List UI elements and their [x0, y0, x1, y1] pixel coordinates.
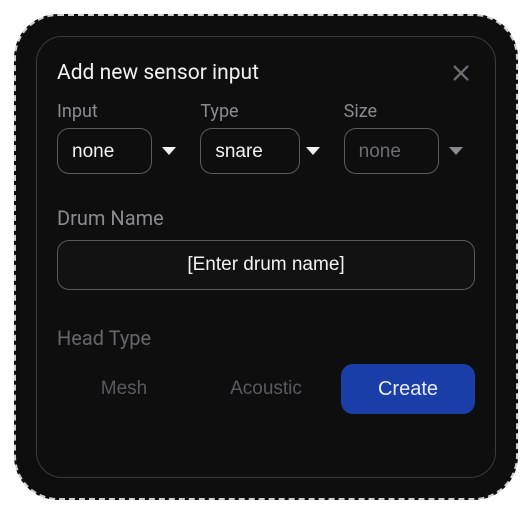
close-icon [450, 62, 472, 84]
type-label: Type [200, 101, 331, 122]
input-select[interactable]: none [57, 128, 152, 174]
acoustic-button[interactable]: Acoustic [199, 364, 333, 414]
dialog-frame: Add new sensor input Input none Type [14, 14, 518, 500]
input-label: Input [57, 101, 188, 122]
dialog-header: Add new sensor input [57, 59, 475, 87]
dialog-title: Add new sensor input [57, 61, 259, 85]
mesh-button[interactable]: Mesh [57, 364, 191, 414]
drum-name-label: Drum Name [57, 206, 475, 230]
top-fields-row: Input none Type snare Size [57, 101, 475, 174]
drum-name-section: Drum Name [57, 206, 475, 290]
bottom-row: Mesh Acoustic Create [57, 364, 475, 414]
head-type-section: Head Type Mesh Acoustic Create [57, 326, 475, 414]
head-type-label: Head Type [57, 326, 475, 350]
size-field: Size none [344, 101, 475, 174]
close-button[interactable] [447, 59, 475, 87]
drum-name-input[interactable] [57, 240, 475, 290]
input-field: Input none [57, 101, 188, 174]
type-field: Type snare [200, 101, 331, 174]
size-label: Size [344, 101, 475, 122]
type-select[interactable]: snare [200, 128, 300, 174]
size-select[interactable]: none [344, 128, 439, 174]
dialog: Add new sensor input Input none Type [36, 36, 496, 478]
create-button[interactable]: Create [341, 364, 475, 414]
